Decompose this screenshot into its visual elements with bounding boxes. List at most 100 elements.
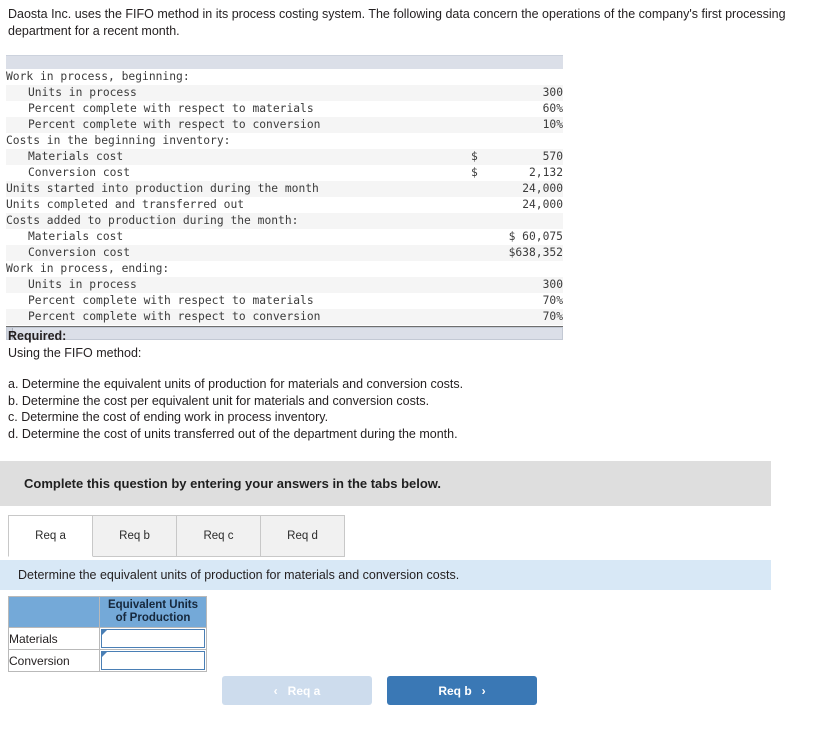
- exhibit-row-currency: [471, 309, 491, 325]
- tab-label: Req b: [119, 530, 150, 542]
- exhibit-row: Percent complete with respect to convers…: [6, 309, 563, 325]
- exhibit-row-currency: [471, 261, 491, 277]
- exhibit-row-label: Units in process: [28, 86, 137, 99]
- exhibit-row: Materials cost $ 60,075: [6, 229, 563, 245]
- exhibit-row-label: Costs in the beginning inventory:: [6, 134, 231, 147]
- answer-table-row: Materials: [8, 627, 207, 650]
- exhibit-top-bar: [6, 55, 563, 69]
- exhibit-row: Conversion cost $638,352: [6, 245, 563, 261]
- exhibit-row-label: Materials cost: [28, 230, 124, 243]
- exhibit-row-value: 300: [542, 278, 563, 291]
- required-subheading: Using the FIFO method:: [8, 345, 142, 360]
- answer-table-head: Equivalent Units of Production: [8, 596, 207, 628]
- exhibit-row-currency: [471, 277, 491, 293]
- cell-marker-icon: [102, 630, 107, 635]
- exhibit-row-label: Percent complete with respect to convers…: [28, 118, 321, 131]
- exhibit-row-label: Percent complete with respect to convers…: [28, 310, 321, 323]
- exhibit-row-currency: [471, 213, 491, 229]
- exhibit-row-value: [491, 69, 563, 85]
- exhibit-row: Work in process, beginning:: [6, 69, 563, 85]
- exhibit-row-currency: [471, 133, 491, 149]
- exhibit-row-value: 70%: [542, 294, 563, 307]
- exhibit-row-label: Materials cost: [28, 150, 124, 163]
- complete-question-banner-text: Complete this question by entering your …: [24, 476, 442, 491]
- exhibit-row-value: $638,352: [508, 246, 563, 259]
- answer-table-body: Materials Conversion: [8, 627, 207, 672]
- answer-row-label: Conversion: [8, 649, 100, 672]
- exhibit-row-currency: [471, 245, 491, 261]
- answer-input-cell[interactable]: [99, 627, 207, 650]
- exhibit-row-currency: [471, 181, 491, 197]
- exhibit-row: Percent complete with respect to materia…: [6, 101, 563, 117]
- exhibit-row-value: 300: [542, 86, 563, 99]
- answer-header-blank-cell: [8, 596, 100, 628]
- exhibit-row: Percent complete with respect to materia…: [6, 293, 563, 309]
- exhibit-row-value: [491, 261, 563, 277]
- exhibit-row-value: $ 60,075: [508, 230, 563, 243]
- exhibit-row-currency: [471, 229, 491, 245]
- tab-instruction-text: Determine the equivalent units of produc…: [18, 568, 460, 582]
- answer-table-row: Conversion: [8, 649, 207, 672]
- exhibit-row-currency: [471, 101, 491, 117]
- exhibit-row: Percent complete with respect to convers…: [6, 117, 563, 133]
- exhibit-row: Units in process 300: [6, 277, 563, 293]
- exhibit-row-label: Units started into production during the…: [6, 182, 319, 195]
- answer-header-line-1: Equivalent Units: [107, 599, 199, 611]
- prev-requirement-button[interactable]: ‹ Req a: [222, 676, 372, 705]
- exhibit-row-currency: [471, 117, 491, 133]
- exhibit-row-currency: [471, 85, 491, 101]
- exhibit-row-currency: [471, 197, 491, 213]
- requirement-nav-buttons: ‹ Req a Req b ›: [222, 676, 537, 705]
- question-intro-text: Daosta Inc. uses the FIFO method in its …: [8, 7, 786, 38]
- required-items-list: a. Determine the equivalent units of pro…: [8, 376, 708, 442]
- exhibit-row-label: Work in process, beginning:: [6, 70, 190, 83]
- requirement-tab-bar: Req a Req b Req c Req d: [8, 515, 345, 557]
- prev-requirement-label: Req a: [287, 683, 321, 698]
- exhibit-row-value: 24,000: [522, 182, 563, 195]
- exhibit-row: Units started into production during the…: [6, 181, 563, 197]
- exhibit-row: Units completed and transferred out 24,00…: [6, 197, 563, 213]
- exhibit-row: Costs in the beginning inventory:: [6, 133, 563, 149]
- chevron-right-icon: ›: [481, 683, 486, 698]
- next-requirement-label: Req b: [438, 683, 472, 698]
- required-heading: Required:: [8, 329, 67, 343]
- required-item: d. Determine the cost of units transferr…: [8, 426, 458, 441]
- answer-input-conversion[interactable]: [101, 651, 205, 670]
- exhibit-row-label: Units completed and transferred out: [6, 198, 245, 211]
- exhibit-row-value: 2,132: [528, 166, 563, 179]
- complete-question-banner: Complete this question by entering your …: [0, 461, 771, 506]
- exhibit-row-currency: [471, 69, 491, 85]
- exhibit-row-label: Percent complete with respect to materia…: [28, 294, 314, 307]
- exhibit-row-label: Work in process, ending:: [6, 262, 170, 275]
- exhibit-row-value: 70%: [542, 310, 563, 323]
- exhibit-row-label: Units in process: [28, 278, 137, 291]
- tab-req-a[interactable]: Req a: [8, 515, 93, 557]
- answer-header-equivalent-units: Equivalent Units of Production: [99, 596, 207, 628]
- exhibit-row-value: [491, 133, 563, 149]
- exhibit-row-label: Costs added to production during the mon…: [6, 214, 299, 227]
- tab-req-d[interactable]: Req d: [260, 515, 345, 557]
- exhibit-row-value: 570: [542, 150, 563, 163]
- exhibit-row-label: Conversion cost: [28, 166, 131, 179]
- answer-table-header-row: Equivalent Units of Production: [8, 596, 207, 628]
- answer-header-line-2: of Production: [115, 612, 191, 624]
- next-requirement-button[interactable]: Req b ›: [387, 676, 537, 705]
- answer-input-materials[interactable]: [101, 629, 205, 648]
- exhibit-row-value: 10%: [542, 118, 563, 131]
- tab-req-c[interactable]: Req c: [176, 515, 261, 557]
- exhibit-row-currency: [471, 293, 491, 309]
- exhibit-row: Work in process, ending:: [6, 261, 563, 277]
- answer-input-cell[interactable]: [99, 649, 207, 672]
- cell-marker-icon: [102, 652, 107, 657]
- exhibit-row: Conversion cost $2,132: [6, 165, 563, 181]
- exhibit-row-value: 60%: [542, 102, 563, 115]
- tab-label: Req d: [287, 530, 318, 542]
- tab-label: Req a: [35, 530, 66, 542]
- exhibit-row: Materials cost $570: [6, 149, 563, 165]
- chevron-left-icon: ‹: [273, 683, 278, 698]
- exhibit-row-currency: $: [471, 150, 478, 163]
- exhibit-data-table: Work in process, beginning: Units in proc…: [6, 69, 563, 325]
- exhibit-row: Costs added to production during the mon…: [6, 213, 563, 229]
- tab-req-b[interactable]: Req b: [92, 515, 177, 557]
- exhibit-row: Units in process 300: [6, 85, 563, 101]
